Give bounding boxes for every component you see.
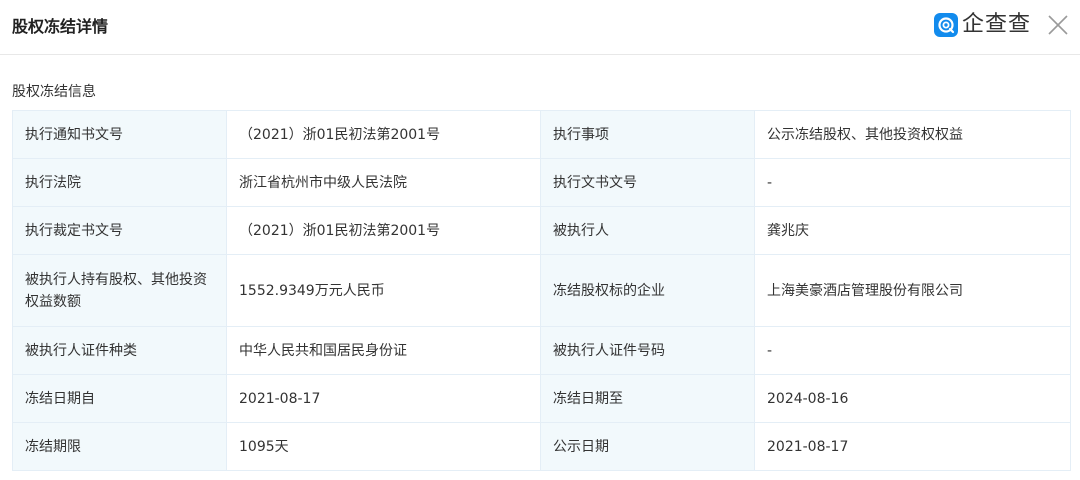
close-icon[interactable] xyxy=(1045,12,1071,38)
field-label: 被执行人证件号码 xyxy=(540,326,755,375)
field-value: 1552.9349万元人民币 xyxy=(226,254,541,327)
executed-person-link[interactable]: 龚兆庆 xyxy=(754,206,1071,255)
field-label: 执行事项 xyxy=(540,110,755,159)
dialog-header: 股权冻结详情 企查查 xyxy=(0,0,1080,55)
field-label: 冻结股权标的企业 xyxy=(540,254,755,327)
table-row: 冻结期限 1095天 公示日期 2021-08-17 xyxy=(12,422,1071,471)
brand-name: 企查查 xyxy=(962,12,1032,37)
dialog-title: 股权冻结详情 xyxy=(12,17,109,36)
notice-doc-number-link[interactable]: （2021）浙01民初法第2001号 xyxy=(226,110,541,159)
field-label: 执行裁定书文号 xyxy=(12,206,227,255)
field-label: 被执行人证件种类 xyxy=(12,326,227,375)
field-value: 2021-08-17 xyxy=(226,374,541,423)
field-value: 2024-08-16 xyxy=(754,374,1071,423)
field-value: 1095天 xyxy=(226,422,541,471)
field-label: 冻结期限 xyxy=(12,422,227,471)
section-title: 股权冻结信息 xyxy=(12,84,96,100)
field-label: 冻结日期至 xyxy=(540,374,755,423)
table-row: 执行法院 浙江省杭州市中级人民法院 执行文书文号 - xyxy=(12,158,1071,207)
field-value: 2021-08-17 xyxy=(754,422,1071,471)
field-label: 执行文书文号 xyxy=(540,158,755,207)
field-label: 执行通知书文号 xyxy=(12,110,227,159)
table-row: 被执行人证件种类 中华人民共和国居民身份证 被执行人证件号码 - xyxy=(12,326,1071,375)
field-value: - xyxy=(754,326,1071,375)
field-value: 浙江省杭州市中级人民法院 xyxy=(226,158,541,207)
field-label: 被执行人持有股权、其他投资权益数额 xyxy=(12,254,227,327)
field-value: 公示冻结股权、其他投资权权益 xyxy=(754,110,1071,159)
table-row: 执行裁定书文号 （2021）浙01民初法第2001号 被执行人 龚兆庆 xyxy=(12,206,1071,255)
brand-logo: 企查查 xyxy=(934,10,1031,40)
qichacha-logo-icon xyxy=(934,13,958,37)
table-row: 冻结日期自 2021-08-17 冻结日期至 2024-08-16 xyxy=(12,374,1071,423)
field-label: 被执行人 xyxy=(540,206,755,255)
ruling-doc-number-link[interactable]: （2021）浙01民初法第2001号 xyxy=(226,206,541,255)
table-row: 执行通知书文号 （2021）浙01民初法第2001号 执行事项 公示冻结股权、其… xyxy=(12,110,1071,159)
field-value: 中华人民共和国居民身份证 xyxy=(226,326,541,375)
frozen-company-link[interactable]: 上海美豪酒店管理股份有限公司 xyxy=(754,254,1071,327)
freeze-info-table: 执行通知书文号 （2021）浙01民初法第2001号 执行事项 公示冻结股权、其… xyxy=(12,110,1071,471)
field-label: 执行法院 xyxy=(12,158,227,207)
field-value: - xyxy=(754,158,1071,207)
table-row: 被执行人持有股权、其他投资权益数额 1552.9349万元人民币 冻结股权标的企… xyxy=(12,254,1071,327)
field-label: 公示日期 xyxy=(540,422,755,471)
field-label: 冻结日期自 xyxy=(12,374,227,423)
